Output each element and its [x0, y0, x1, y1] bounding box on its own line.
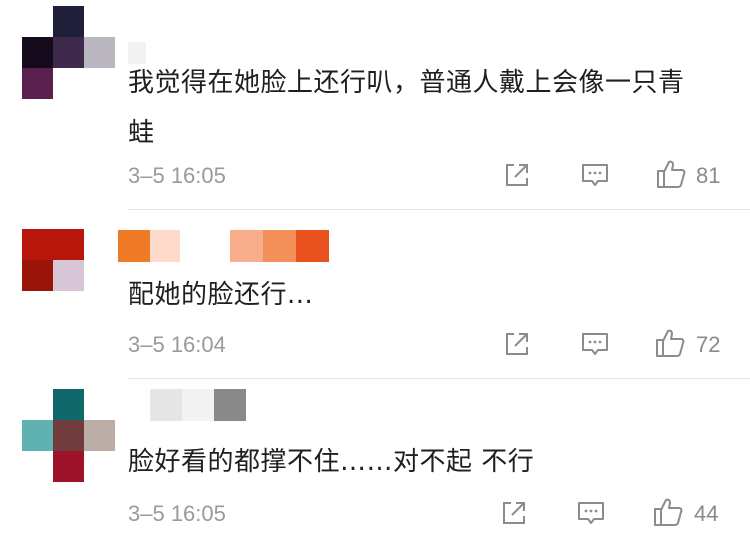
comment-icon[interactable] [578, 327, 612, 361]
comment-time: 3–5 16:04 [128, 332, 226, 357]
share-icon[interactable] [497, 496, 531, 530]
comment-item: 我觉得在她脸上还行叭，普通人戴上会像一只青蛙 3–5 16:05 81 [0, 0, 750, 210]
comment-text: 配她的脸还行... [128, 280, 314, 310]
thumbs-up-icon[interactable] [651, 495, 685, 529]
like-count: 81 [696, 163, 721, 188]
like-count: 44 [694, 501, 719, 526]
comment-item: 配她的脸还行... 3–5 16:04 72 [0, 210, 750, 380]
share-icon[interactable] [500, 327, 534, 361]
comment-time: 3–5 16:05 [128, 163, 226, 188]
thumbs-up-icon[interactable] [654, 157, 688, 191]
share-icon[interactable] [500, 158, 534, 192]
avatar[interactable] [22, 229, 116, 323]
avatar[interactable] [22, 6, 116, 100]
avatar[interactable] [22, 389, 116, 483]
like-count: 72 [696, 332, 721, 357]
comment-text: 脸好看的都撑不住……对不起 不行 [128, 447, 535, 477]
username-redacted[interactable] [150, 389, 246, 421]
comment-icon[interactable] [574, 496, 608, 530]
comment-item: 脸好看的都撑不住……对不起 不行 3–5 16:05 44 [0, 379, 750, 539]
username-redacted[interactable] [118, 230, 329, 262]
comment-icon[interactable] [578, 158, 612, 192]
comment-text: 我觉得在她脸上还行叭，普通人戴上会像一只青蛙 [128, 68, 685, 148]
thumbs-up-icon[interactable] [653, 326, 687, 360]
comment-time: 3–5 16:05 [128, 501, 226, 526]
